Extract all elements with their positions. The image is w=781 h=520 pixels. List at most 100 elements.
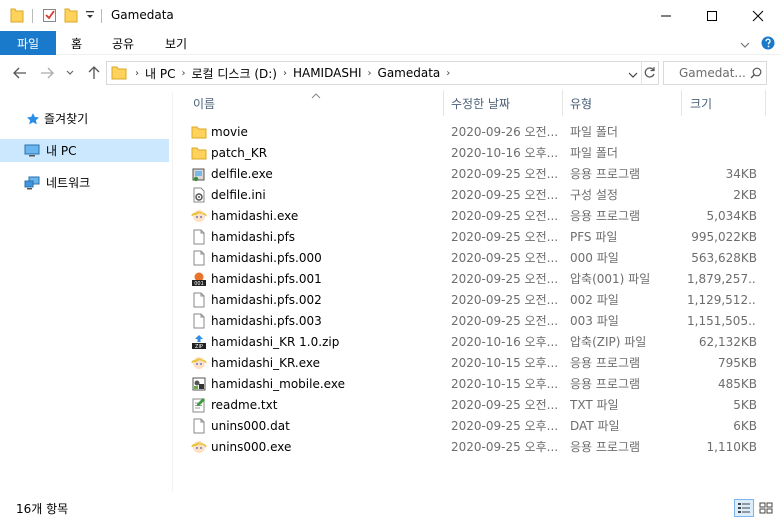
file-row[interactable]: movie 2020-09-26 오전... 파일 폴더	[187, 122, 767, 143]
folder-icon	[191, 145, 207, 161]
folder-icon[interactable]	[10, 7, 24, 23]
app-character-icon	[191, 208, 207, 224]
breadcrumb-gamedata[interactable]: Gamedata	[378, 66, 441, 80]
file-row[interactable]: hamidashi.exe 2020-09-25 오전... 응용 프로그램 5,03…	[187, 206, 767, 227]
tab-share[interactable]: 공유	[112, 31, 134, 55]
forward-button[interactable]	[37, 62, 57, 84]
sidebar-item-this-pc[interactable]: 내 PC	[0, 139, 169, 162]
column-header-size[interactable]: 크기	[690, 90, 760, 116]
sidebar-item-quick-access[interactable]: 즐겨찾기	[0, 107, 169, 130]
chevron-right-icon[interactable]: ›	[446, 68, 450, 79]
chevron-right-icon[interactable]: ›	[181, 68, 185, 79]
column-header-date[interactable]: 수정한 날짜	[451, 90, 561, 116]
file-name: hamidashi_mobile.exe	[211, 377, 345, 391]
details-view-icon	[738, 503, 750, 513]
chevron-right-icon[interactable]: ›	[368, 68, 372, 79]
file-row[interactable]: ZIP hamidashi_KR 1.0.zip 2020-10-16 오후... 압…	[187, 332, 767, 353]
file-row[interactable]: hamidashi.pfs.002 2020-09-25 오전... 002 파일 1…	[187, 290, 767, 311]
file-type: 구성 설정	[570, 188, 618, 202]
up-button[interactable]	[84, 62, 104, 84]
maximize-button[interactable]	[689, 0, 735, 31]
file-row[interactable]: hamidashi.pfs 2020-09-25 오전... PFS 파일 995,0…	[187, 227, 767, 248]
file-row[interactable]: unins000.dat 2020-09-25 오후... DAT 파일 6KB	[187, 416, 767, 437]
archive-001-icon: 001	[191, 271, 207, 287]
column-divider[interactable]	[681, 90, 682, 116]
close-button[interactable]	[735, 0, 781, 31]
blank-file-icon	[191, 229, 207, 245]
minimize-icon	[661, 15, 671, 16]
search-placeholder: Gamedat...	[679, 66, 746, 80]
file-name: patch_KR	[211, 146, 268, 160]
file-size	[687, 143, 757, 164]
breadcrumb-local-disk[interactable]: 로컬 디스크 (D:)	[191, 65, 276, 82]
file-date: 2020-09-25 오전...	[451, 188, 557, 202]
pane-divider	[172, 92, 173, 492]
up-arrow-icon	[88, 66, 100, 79]
file-row[interactable]: patch_KR 2020-10-16 오후... 파일 폴더	[187, 143, 767, 164]
file-date: 2020-10-16 오후...	[451, 335, 557, 349]
tab-view[interactable]: 보기	[165, 31, 187, 55]
file-row[interactable]: unins000.exe 2020-09-25 오후... 응용 프로그램 1,110…	[187, 437, 767, 458]
file-row[interactable]: hamidashi.pfs.000 2020-09-25 오전... 000 파일 5…	[187, 248, 767, 269]
search-icon	[750, 67, 762, 82]
file-type: TXT 파일	[570, 398, 619, 412]
address-bar[interactable]: › 내 PC › 로컬 디스크 (D:) › HAMIDASHI › Gamed…	[106, 61, 659, 85]
refresh-button[interactable]	[643, 66, 656, 82]
tab-file[interactable]: 파일	[0, 31, 56, 55]
file-size: 5,034KB	[706, 209, 757, 223]
details-view-button[interactable]	[734, 499, 754, 517]
chevron-right-icon[interactable]: ›	[283, 68, 287, 79]
column-divider[interactable]	[765, 90, 766, 116]
file-name: hamidashi_KR.exe	[211, 356, 321, 370]
file-row[interactable]: 001 hamidashi.pfs.001 2020-09-25 오전... 압축(0…	[187, 269, 767, 290]
address-dropdown-button[interactable]	[628, 68, 638, 82]
back-button[interactable]	[10, 62, 30, 84]
navigation-pane: 즐겨찾기 내 PC 네트워크	[0, 92, 172, 492]
blank-file-icon	[191, 313, 207, 329]
file-type: 압축(ZIP) 파일	[570, 335, 647, 349]
recent-locations-button[interactable]	[63, 62, 77, 84]
file-date: 2020-09-25 오전...	[451, 251, 557, 265]
tab-home[interactable]: 홈	[71, 31, 82, 55]
column-divider[interactable]	[562, 90, 563, 116]
breadcrumb-hamidashi[interactable]: HAMIDASHI	[293, 66, 362, 80]
properties-icon[interactable]	[42, 7, 58, 23]
file-size: 1,879,257...	[687, 272, 757, 286]
help-icon[interactable]	[761, 36, 775, 53]
customize-qa-icon[interactable]	[85, 9, 95, 21]
file-row[interactable]: hamidashi_KR.exe 2020-10-15 오후... 응용 프로그램 7…	[187, 353, 767, 374]
file-date: 2020-10-15 오후...	[451, 356, 557, 370]
column-header-type[interactable]: 유형	[570, 90, 680, 116]
file-name: unins000.exe	[211, 440, 292, 454]
file-name: hamidashi.pfs.001	[211, 272, 322, 286]
file-size	[687, 122, 757, 143]
column-header-name[interactable]: 이름	[193, 90, 443, 116]
qa-divider	[32, 9, 33, 23]
breadcrumb-this-pc[interactable]: 내 PC	[145, 65, 175, 82]
sidebar-item-label: 즐겨찾기	[44, 112, 89, 126]
file-date: 2020-09-25 오전...	[451, 314, 557, 328]
refresh-icon	[644, 67, 655, 78]
file-row[interactable]: hamidashi_mobile.exe 2020-10-15 오후... 응용 프…	[187, 374, 767, 395]
minimize-button[interactable]	[643, 0, 689, 31]
file-row[interactable]: delfile.ini 2020-09-25 오전... 구성 설정 2KB	[187, 185, 767, 206]
file-date: 2020-09-25 오전...	[451, 209, 557, 223]
network-icon	[24, 176, 40, 190]
chevron-down-icon	[628, 72, 638, 78]
file-date: 2020-09-25 오전...	[451, 293, 557, 307]
zip-icon: ZIP	[191, 334, 207, 350]
sidebar-item-network[interactable]: 네트워크	[0, 171, 169, 194]
expand-ribbon-icon[interactable]	[740, 38, 750, 52]
column-divider[interactable]	[443, 90, 444, 116]
file-date: 2020-09-25 오전...	[451, 272, 557, 286]
file-row[interactable]: delfile.exe 2020-09-25 오전... 응용 프로그램 34KB	[187, 164, 767, 185]
file-size: 563,628KB	[691, 251, 757, 265]
search-input[interactable]: Gamedat...	[663, 61, 767, 85]
app-character-icon	[191, 355, 207, 371]
file-date: 2020-09-25 오전...	[451, 230, 557, 244]
file-date: 2020-09-26 오전...	[451, 125, 557, 139]
file-row[interactable]: hamidashi.pfs.003 2020-09-25 오전... 003 파일 1…	[187, 311, 767, 332]
new-folder-icon[interactable]	[64, 7, 78, 23]
large-icons-view-button[interactable]	[756, 499, 776, 517]
file-row[interactable]: readme.txt 2020-09-25 오전... TXT 파일 5KB	[187, 395, 767, 416]
